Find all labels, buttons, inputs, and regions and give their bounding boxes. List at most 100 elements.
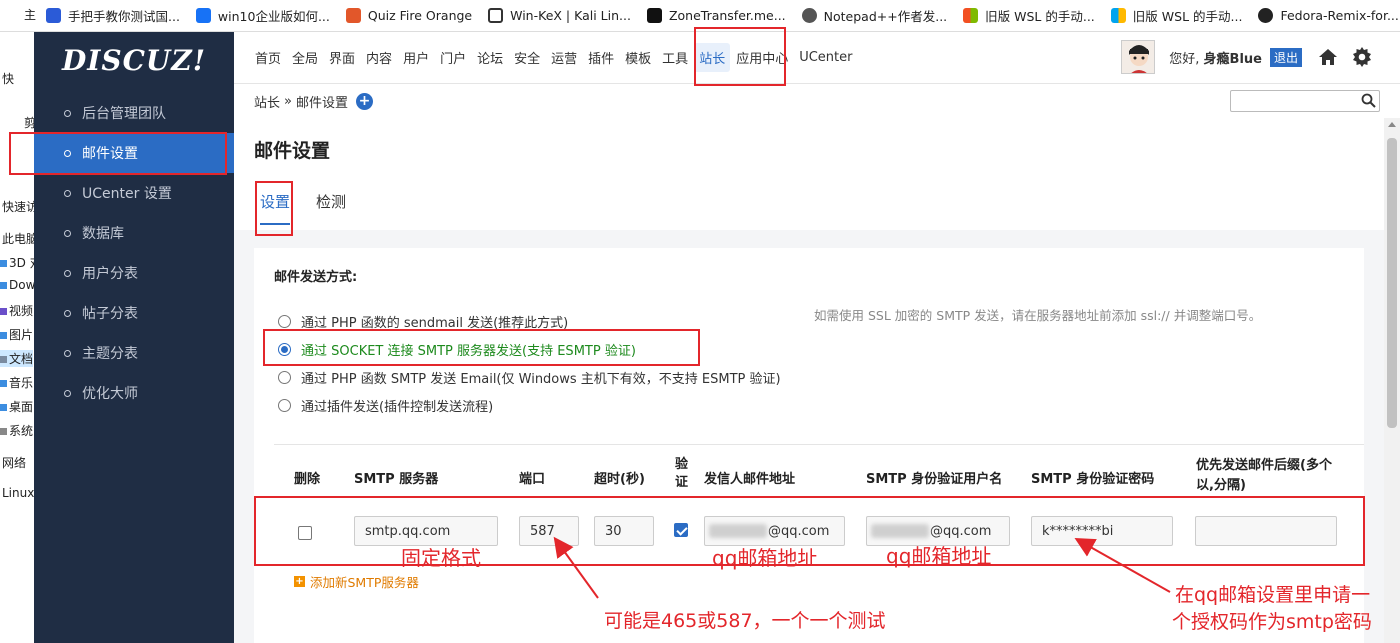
nav-users[interactable]: 用户 [398,43,434,72]
col-server: SMTP 服务器 [354,472,439,487]
col-delete: 删除 [294,472,321,487]
radio-plugin[interactable]: 通过插件发送(插件控制发送流程) [278,396,493,415]
bullet-icon [64,229,71,237]
notepad-icon [801,8,817,23]
bookmark-8[interactable]: 旧版 WSL 的手动... [1110,6,1242,25]
delete-checkbox[interactable] [298,526,312,540]
explorer-this-pc[interactable]: 此电脑 [2,230,34,247]
admin-sidebar: DISCUZ! 后台管理团队 邮件设置 UCenter 设置 数据库 用户分表 … [34,32,234,643]
explorer-top-label: 主 [24,8,37,22]
bookmark-5[interactable]: ZoneTransfer.me... [646,8,786,23]
admin-search[interactable] [1230,90,1380,112]
explorer-documents[interactable]: 文档 [0,350,34,367]
tab-settings[interactable]: 设置 [260,191,291,225]
bookmark-3[interactable]: Quiz Fire Orange [345,8,472,23]
col-port: 端口 [519,472,546,487]
nav-security[interactable]: 安全 [509,43,545,72]
sidebar-item-post-split[interactable]: 帖子分表 [34,293,234,333]
auth-password-field[interactable]: k********bi [1031,516,1173,546]
radio-button[interactable] [278,315,291,328]
sidebar-item-mail-settings[interactable]: 邮件设置 [34,133,234,173]
radio-php-smtp[interactable]: 通过 PHP 函数 SMTP 发送 Email(仅 Windows 主机下有效，… [278,368,781,387]
sidebar-item-optimizer[interactable]: 优化大师 [34,373,234,413]
bullet-icon [64,189,71,197]
radio-button[interactable] [278,399,291,412]
col-pass: SMTP 身份验证密码 [1031,472,1155,487]
avatar[interactable] [1121,40,1156,74]
bookmark-6[interactable]: Notepad++作者发... [801,6,947,25]
radio-button[interactable] [278,343,291,356]
bookmark-4[interactable]: Win-KeX | Kali Lin... [488,8,631,23]
bookmark-9[interactable]: Fedora-Remix-for... [1258,8,1399,23]
explorer-downloads[interactable]: Dow [0,278,34,292]
sidebar-item-ucenter[interactable]: UCenter 设置 [34,173,234,213]
nav-tools[interactable]: 工具 [657,43,693,72]
nav-portal[interactable]: 门户 [435,43,471,72]
ssl-tip: 如需使用 SSL 加密的 SMTP 发送，请在服务器地址前添加 ssl:// 并… [814,308,1262,323]
bookmark-2[interactable]: win10企业版如何... [195,6,330,25]
redacted-text [709,524,767,538]
nav-templates[interactable]: 模板 [620,43,656,72]
nav-content[interactable]: 内容 [361,43,397,72]
port-field[interactable]: 587 [519,516,579,546]
nav-plugins[interactable]: 插件 [583,43,619,72]
search-icon[interactable] [1361,93,1376,112]
annotation-qq-address: qq邮箱地址 [886,544,992,568]
mail-suffix-field[interactable] [1195,516,1337,546]
explorer-network[interactable]: 网络 [2,454,26,471]
auth-checkbox[interactable] [674,523,688,537]
sidebar-item-admin-team[interactable]: 后台管理团队 [34,93,234,133]
explorer-quick-access[interactable]: 快速访 [2,198,34,215]
scroll-up-icon[interactable] [1388,122,1396,127]
search-input[interactable] [1231,91,1351,111]
nav-forum[interactable]: 论坛 [472,43,508,72]
bullet-icon [64,389,71,397]
bookmark-7[interactable]: 旧版 WSL 的手动... [963,6,1095,25]
col-user: SMTP 身份验证用户名 [866,472,1003,487]
annotation-qq-address: qq邮箱地址 [712,546,818,570]
col-suffix: 优先发送邮件后缀(多个 以,分隔) [1196,458,1332,493]
discuz-logo[interactable]: DISCUZ! [34,32,234,88]
explorer-music[interactable]: 音乐 [0,374,33,391]
nav-app-center[interactable]: 应用中心 [731,43,793,72]
explorer-linux[interactable]: Linux [2,486,34,500]
bullet-icon [64,269,71,277]
bullet-icon [64,309,71,317]
logout-button[interactable]: 退出 [1269,47,1302,67]
sidebar-item-user-split[interactable]: 用户分表 [34,253,234,293]
nav-global[interactable]: 全局 [287,43,323,72]
nav-webmaster[interactable]: 站长 [694,43,731,72]
microsoft-icon [1110,8,1126,23]
bookmark-1[interactable]: 手把手教你测试国... [46,6,180,25]
explorer-strip: 快 剪 快速访 此电脑 3D 对 Dow 视频 图片 文档 音乐 桌面 系统 网… [0,32,34,643]
add-smtp-server-link[interactable]: + 添加新SMTP服务器 [294,572,419,591]
bullet-icon [64,349,71,357]
home-icon[interactable] [1318,48,1338,66]
vertical-scrollbar[interactable] [1384,118,1400,643]
sidebar-item-thread-split[interactable]: 主题分表 [34,333,234,373]
tab-test[interactable]: 检测 [316,191,346,212]
divider [274,444,1364,445]
gear-icon[interactable] [1352,47,1372,67]
radio-socket-smtp[interactable]: 通过 SOCKET 连接 SMTP 服务器发送(支持 ESMTP 验证) [278,340,636,359]
explorer-3d[interactable]: 3D 对 [0,254,34,271]
col-auth: 验证 [675,457,689,490]
explorer-label: 快 [2,72,15,86]
nav-ucenter[interactable]: UCenter [794,45,857,70]
radio-sendmail[interactable]: 通过 PHP 函数的 sendmail 发送(推荐此方式) [278,312,568,331]
radio-button[interactable] [278,371,291,384]
timeout-field[interactable]: 30 [594,516,654,546]
add-shortcut-icon[interactable]: + [356,92,373,110]
explorer-system[interactable]: 系统 [0,422,33,439]
scroll-thumb[interactable] [1387,138,1397,428]
nav-operations[interactable]: 运营 [546,43,582,72]
explorer-videos[interactable]: 视频 [0,302,33,319]
zhihu-icon [195,8,211,23]
sidebar-item-database[interactable]: 数据库 [34,213,234,253]
nav-home[interactable]: 首页 [250,43,286,72]
nav-interface[interactable]: 界面 [324,43,360,72]
user-area: 您好, 身瘾Blue 退出 [1121,40,1386,74]
explorer-pictures[interactable]: 图片 [0,326,33,343]
explorer-desktop[interactable]: 桌面 [0,398,33,415]
breadcrumb-root[interactable]: 站长 [254,92,280,111]
